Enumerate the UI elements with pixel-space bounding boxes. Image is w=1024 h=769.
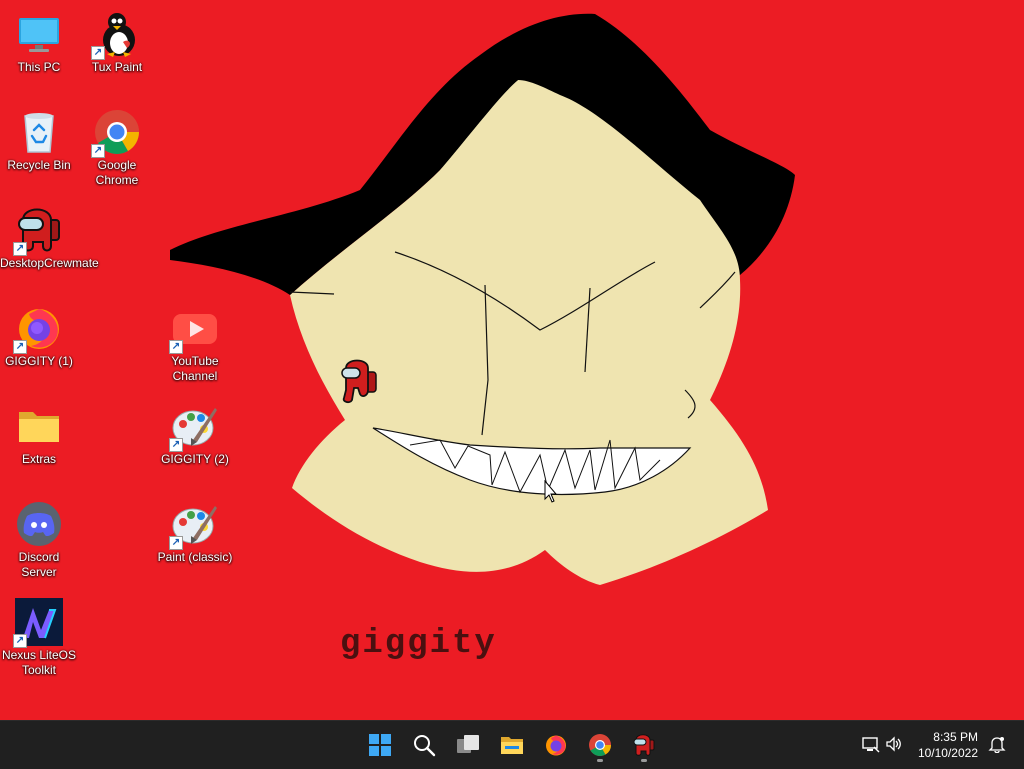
taskbar-task-view-button[interactable] [450, 727, 486, 763]
volume-icon[interactable] [885, 735, 903, 758]
file-explorer-icon [501, 737, 523, 754]
paint-palette-icon: ↗ [169, 402, 219, 452]
monitor-icon [15, 10, 63, 58]
taskbar-start-button[interactable] [362, 727, 398, 763]
task-view-icon [457, 735, 479, 753]
desktop-icon-youtube-channel[interactable]: ↗ YouTube Channel [156, 296, 234, 384]
crewmate-icon [633, 734, 655, 756]
taskbar-search-button[interactable] [406, 727, 442, 763]
paint-palette-icon: ↗ [169, 500, 219, 550]
desktop-icon-label: DesktopCrewmate [0, 256, 99, 270]
taskbar-chrome-button[interactable] [582, 727, 618, 763]
desktop-icon-google-chrome[interactable]: ↗ Google Chrome [78, 100, 156, 188]
shortcut-arrow-icon: ↗ [169, 438, 183, 452]
desktop-icon-recycle-bin[interactable]: Recycle Bin [0, 100, 78, 173]
taskbar-desktopcrewmate-button[interactable] [626, 727, 662, 763]
desktop-icon-extras[interactable]: Extras [0, 394, 78, 467]
desktop-icon-label: Discord Server [18, 550, 60, 579]
desktop-icon-giggity-2[interactable]: ↗ GIGGITY (2) [156, 394, 234, 467]
desktop-icon-label: Nexus LiteOS Toolkit [1, 648, 77, 677]
shortcut-arrow-icon: ↗ [13, 340, 27, 354]
desktop-icon-label: GIGGITY (1) [5, 354, 73, 368]
search-icon [414, 735, 436, 757]
youtube-icon: ↗ [169, 304, 219, 354]
desktop-icon-tux-paint[interactable]: ↗ Tux Paint [78, 2, 156, 75]
shortcut-arrow-icon: ↗ [13, 634, 27, 648]
desktop-icon-paint-classic[interactable]: ↗ Paint (classic) [156, 492, 234, 565]
folder-icon [15, 402, 63, 450]
desktop-icon-label: Recycle Bin [7, 158, 71, 172]
shortcut-arrow-icon: ↗ [91, 46, 105, 60]
taskbar-clock[interactable]: 8:35 PM 10/10/2022 [918, 729, 978, 761]
nexus-toolkit-icon: ↗ [13, 598, 63, 648]
desktop-icon-label: YouTube Channel [171, 354, 219, 383]
clock-time: 8:35 PM [933, 730, 978, 744]
shortcut-arrow-icon: ↗ [91, 144, 105, 158]
desktop-icon-giggity-1[interactable]: ↗ GIGGITY (1) [0, 296, 78, 369]
taskbar-file-explorer-button[interactable] [494, 727, 530, 763]
firefox-icon [546, 735, 566, 756]
tux-penguin-icon: ↗ [91, 10, 141, 60]
firefox-icon: ↗ [13, 304, 63, 354]
taskbar: 8:35 PM 10/10/2022 [0, 720, 1024, 769]
desktop-icon-label: Paint (classic) [157, 550, 233, 564]
shortcut-arrow-icon: ↗ [169, 536, 183, 550]
running-indicator [641, 759, 647, 762]
desktop-icon-label: Google Chrome [95, 158, 139, 187]
desktop-icon-label: Tux Paint [91, 60, 143, 74]
taskbar-firefox-button[interactable] [538, 727, 574, 763]
recycle-bin-icon [15, 108, 63, 156]
discord-icon [15, 500, 63, 548]
chrome-icon: ↗ [91, 108, 141, 158]
shortcut-arrow-icon: ↗ [169, 340, 183, 354]
chrome-icon [589, 734, 611, 756]
clock-date: 10/10/2022 [917, 746, 978, 760]
desktop-icon-this-pc[interactable]: This PC [0, 2, 78, 75]
windows-start-icon [369, 734, 391, 756]
desktop-icon-label: This PC [17, 60, 61, 74]
desktop-icon-label: Extras [21, 452, 56, 466]
desktop-icon-desktopcrewmate[interactable]: ↗ DesktopCrewmate [0, 198, 99, 271]
wallpaper-caption: giggity [340, 625, 497, 663]
crewmate-icon: ↗ [13, 206, 63, 256]
shortcut-arrow-icon: ↗ [13, 242, 27, 256]
network-icon[interactable] [862, 735, 880, 758]
desktop-icon-discord-server[interactable]: Discord Server [0, 492, 78, 580]
desktop-icon-nexus-liteos-toolkit[interactable]: ↗ Nexus LiteOS Toolkit [0, 590, 78, 678]
desktop-icon-label: GIGGITY (2) [161, 452, 229, 466]
notification-bell-icon[interactable] [988, 735, 1006, 758]
running-indicator [597, 759, 603, 762]
